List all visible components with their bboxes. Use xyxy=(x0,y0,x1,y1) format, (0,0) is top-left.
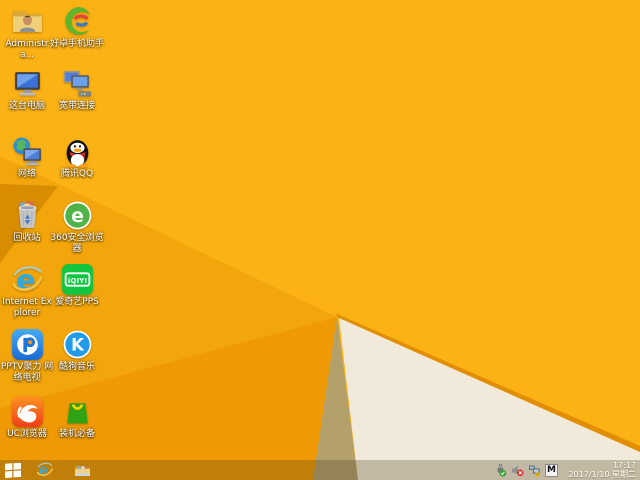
desktop-icon-label: UC浏览器 xyxy=(7,429,47,439)
desktop-icon-label: PPTV聚力 网络电视 xyxy=(0,362,54,383)
taskbar-internet-explorer-button[interactable]: e xyxy=(32,460,58,480)
file-explorer-icon xyxy=(74,462,91,478)
desktop-icon-zhuangji-bibei[interactable]: 装机必备 xyxy=(50,395,104,440)
desktop-icon-pptv[interactable]: PPTV聚力 网络电视 xyxy=(0,328,54,384)
desktop-icon-label: Administra... xyxy=(5,39,49,60)
recycle-bin-icon xyxy=(11,199,44,232)
svg-text:K: K xyxy=(71,336,85,355)
desktop-icon-label: 回收站 xyxy=(13,233,41,243)
internet-explorer-icon: e xyxy=(36,461,54,479)
desktop-icon-kugou-music[interactable]: K 酷狗音乐 xyxy=(50,328,104,373)
desktop-icon-admin-folder[interactable]: Administra... xyxy=(0,5,54,61)
desktop-icon-network[interactable]: 网络 xyxy=(0,135,54,180)
desktop-icon-broadband[interactable]: 宽带连接 xyxy=(50,67,104,112)
iqiyi-pps-icon: iQIYI xyxy=(61,263,94,296)
clock[interactable]: 17:17 2017/1/10 星期二 xyxy=(562,461,636,479)
desktop-icon-360-browser[interactable]: e 360安全浏览器 xyxy=(50,199,104,255)
network-icon xyxy=(11,135,44,168)
svg-text:*: * xyxy=(537,472,539,476)
clock-date: 2017/1/10 星期二 xyxy=(568,470,636,479)
desktop-icon-label: 腾讯QQ xyxy=(60,169,94,179)
windows-logo-icon xyxy=(5,462,21,478)
desktop-icon-recycle-bin[interactable]: 回收站 xyxy=(0,199,54,244)
start-button[interactable] xyxy=(0,460,26,480)
desktop-icon-haozhuo-assistant[interactable]: 好卓手机助手 xyxy=(50,5,104,50)
desktop: Administra... 好卓手机助手这台电脑 宽带连接网络 腾讯QQ 回收站 e 360… xyxy=(0,0,640,480)
desktop-icon-this-pc[interactable]: 这台电脑 xyxy=(0,67,54,112)
internet-explorer-icon: e xyxy=(11,263,44,296)
desktop-icon-label: 酷狗音乐 xyxy=(58,362,95,372)
zhuangji-bibei-icon xyxy=(61,395,94,428)
svg-text:iQIYI: iQIYI xyxy=(67,276,86,285)
volume-muted-icon[interactable] xyxy=(511,464,524,477)
network-status-icon[interactable]: * xyxy=(528,464,541,477)
taskbar-file-explorer-button[interactable] xyxy=(69,460,95,480)
uc-browser-icon xyxy=(11,395,44,428)
clock-time: 17:17 xyxy=(612,461,636,470)
desktop-icon-tencent-qq[interactable]: 腾讯QQ xyxy=(50,135,104,180)
desktop-icon-iqiyi-pps[interactable]: iQIYI 爱奇艺PPS xyxy=(50,263,104,308)
admin-folder-icon xyxy=(11,5,44,38)
haozhuo-assistant-icon xyxy=(61,5,94,38)
system-tray: * M 17:17 2017/1/10 星期二 xyxy=(494,461,640,479)
this-pc-icon xyxy=(11,67,44,100)
ime-indicator[interactable]: M xyxy=(545,463,558,477)
desktop-icon-label: 这台电脑 xyxy=(8,101,45,111)
desktop-icon-label: 网络 xyxy=(17,169,36,179)
tencent-qq-icon xyxy=(61,135,94,168)
kugou-music-icon: K xyxy=(61,328,94,361)
desktop-icon-label: 宽带连接 xyxy=(58,101,95,111)
pptv-icon xyxy=(11,328,44,361)
desktop-icon-internet-explorer[interactable]: e Internet Explorer xyxy=(0,263,54,319)
desktop-icon-uc-browser[interactable]: UC浏览器 xyxy=(0,395,54,440)
svg-text:e: e xyxy=(71,206,84,227)
desktop-icon-label: Internet Explorer xyxy=(2,297,52,318)
360-browser-icon: e xyxy=(61,199,94,232)
broadband-icon xyxy=(61,67,94,100)
taskbar: e * M 17:17 2017/1/10 星期二 xyxy=(0,460,640,480)
desktop-icon-label: 装机必备 xyxy=(58,429,95,439)
desktop-icon-label: 360安全浏览器 xyxy=(50,233,104,254)
desktop-icon-label: 爱奇艺PPS xyxy=(55,297,99,307)
safely-remove-hardware-icon[interactable] xyxy=(494,463,507,477)
desktop-icon-label: 好卓手机助手 xyxy=(50,39,105,49)
